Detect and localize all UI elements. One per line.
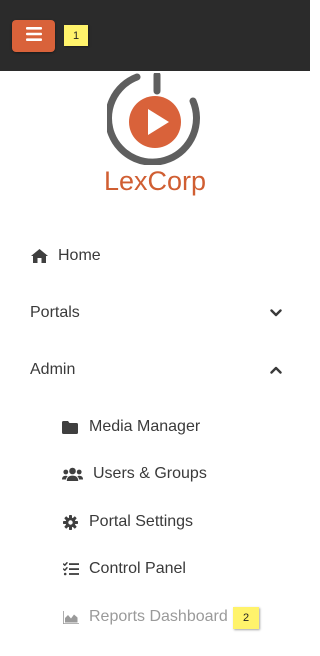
area-chart-icon <box>62 610 79 624</box>
sidebar-item-reports-dashboard[interactable]: Reports Dashboard <box>0 599 310 635</box>
hamburger-menu-button[interactable] <box>12 20 55 52</box>
sidebar-item-portals[interactable]: Portals <box>0 295 310 331</box>
sidebar-item-portal-settings[interactable]: Portal Settings <box>0 504 310 540</box>
annotation-badge-1: 1 <box>64 25 88 46</box>
play-logo-icon <box>105 71 203 170</box>
hamburger-menu-icon <box>25 26 42 46</box>
sidebar-item-media-manager[interactable]: Media Manager <box>0 409 310 445</box>
brand-name: LexCorp <box>103 166 207 196</box>
home-icon <box>30 249 48 263</box>
chevron-up-icon <box>270 366 282 374</box>
sidebar-item-label: Portals <box>30 304 80 321</box>
sidebar-item-users-groups[interactable]: Users & Groups <box>0 456 310 492</box>
annotation-badge-2: 2 <box>233 607 259 629</box>
sidebar-item-label: Admin <box>30 361 76 378</box>
top-bar: 1 <box>0 0 310 71</box>
checklist-icon <box>62 562 79 576</box>
sidebar-item-label: Media Manager <box>89 418 201 435</box>
gear-icon <box>62 514 79 530</box>
sidebar-item-admin[interactable]: Admin <box>0 352 310 388</box>
sidebar-item-label: Control Panel <box>89 560 186 577</box>
users-icon <box>61 467 83 481</box>
chevron-down-icon <box>270 309 282 317</box>
sidebar-item-label: Reports Dashboard <box>89 608 228 625</box>
brand-area: LexCorp <box>0 71 310 201</box>
sidebar-item-control-panel[interactable]: Control Panel <box>0 551 310 587</box>
sidebar-item-label: Portal Settings <box>89 513 194 530</box>
folder-icon <box>61 420 79 434</box>
sidebar-item-label: Home <box>58 247 101 264</box>
sidebar-item-label: Users & Groups <box>93 465 207 482</box>
sidebar-item-home[interactable]: Home <box>0 238 310 274</box>
